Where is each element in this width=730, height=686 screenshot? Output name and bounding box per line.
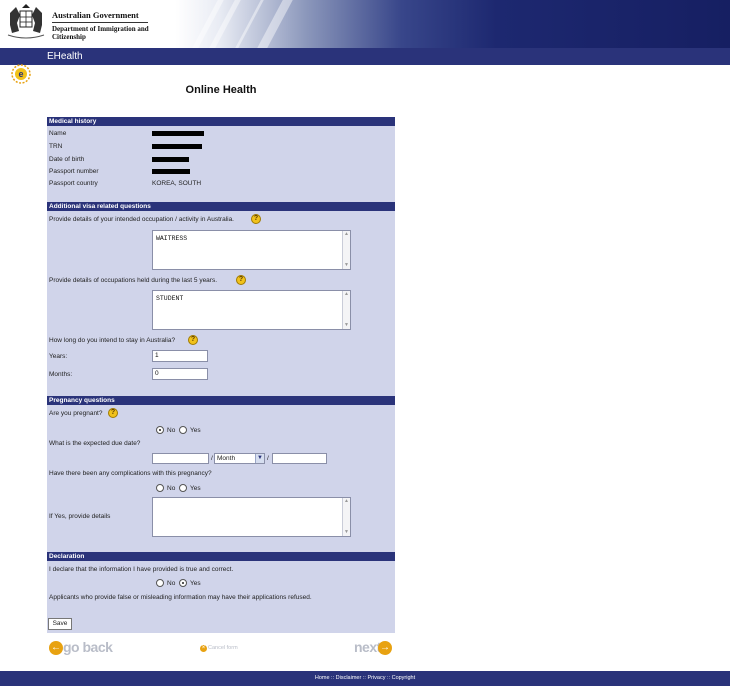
complications-yes-label: Yes	[190, 485, 201, 492]
stay-question: How long do you intend to stay in Austra…	[49, 337, 176, 344]
banner-streak	[257, 0, 293, 48]
banner-streak	[235, 0, 264, 48]
ehealth-logo-icon: e	[11, 64, 31, 84]
years-input[interactable]: 1	[152, 350, 208, 362]
declaration-statement: I declare that the information I have pr…	[49, 566, 234, 573]
due-day-input[interactable]	[152, 453, 209, 464]
months-input[interactable]: 0	[152, 368, 208, 380]
help-icon[interactable]: ?	[236, 275, 246, 285]
due-month-select[interactable]: Month ▼	[214, 453, 265, 464]
footer-copyright-link[interactable]: Copyright	[392, 675, 416, 681]
app-name: EHealth	[47, 51, 83, 62]
arrow-left-icon[interactable]: ←	[49, 641, 63, 655]
declaration-yes-label: Yes	[190, 580, 201, 587]
scroll-up-icon[interactable]: ▲	[344, 499, 349, 504]
complications-question: Have there been any complications with t…	[49, 470, 212, 477]
go-back-link[interactable]: go back	[63, 639, 113, 655]
passport-number-redacted	[152, 169, 190, 174]
footer-separator: ::	[387, 675, 391, 681]
trn-label: TRN	[49, 143, 63, 150]
save-button[interactable]: Save	[48, 618, 72, 630]
section-medical-history: Medical history	[47, 117, 395, 126]
past-occupations-textarea[interactable]: STUDENT ▲ ▼	[152, 290, 351, 330]
section-declaration: Declaration	[47, 552, 395, 561]
footer-privacy-link[interactable]: Privacy	[367, 675, 385, 681]
declaration-no-label: No	[167, 580, 176, 587]
name-value-redacted	[152, 131, 204, 136]
passport-country-value: KOREA, SOUTH	[152, 180, 202, 187]
footer-separator: ::	[331, 675, 335, 681]
due-year-input[interactable]	[272, 453, 327, 464]
help-icon[interactable]: ?	[251, 214, 261, 224]
declaration-warning: Applicants who provide false or misleadi…	[49, 594, 312, 601]
occupation-value: WAITRESS	[156, 235, 188, 242]
due-date-question: What is the expected due date?	[49, 440, 141, 447]
date-separator: /	[211, 455, 213, 462]
passport-country-label: Passport country	[49, 180, 98, 187]
footer-separator: ::	[362, 675, 366, 681]
pregnant-yes-label: Yes	[190, 427, 201, 434]
complications-no-radio[interactable]	[156, 484, 164, 492]
next-link[interactable]: next	[354, 639, 381, 655]
footer-disclaimer-link[interactable]: Disclaimer	[336, 675, 362, 681]
trn-value-redacted	[152, 144, 202, 149]
dob-value-redacted	[152, 157, 189, 162]
textarea-scrollbar[interactable]: ▲ ▼	[342, 291, 350, 329]
complications-yes-radio[interactable]	[179, 484, 187, 492]
past-occupations-value: STUDENT	[156, 295, 184, 302]
passport-number-label: Passport number	[49, 168, 99, 175]
chevron-down-icon[interactable]: ▼	[255, 454, 264, 463]
dob-label: Date of birth	[49, 156, 85, 163]
coat-of-arms-icon	[7, 4, 45, 39]
help-icon[interactable]: ?	[188, 335, 198, 345]
scroll-down-icon[interactable]: ▼	[344, 263, 349, 268]
pregnant-no-radio[interactable]	[156, 426, 164, 434]
month-select-value: Month	[217, 455, 236, 462]
pregnant-question: Are you pregnant?	[49, 410, 103, 417]
months-label: Months:	[49, 371, 73, 378]
occupation-textarea[interactable]: WAITRESS ▲ ▼	[152, 230, 351, 270]
arrow-right-icon[interactable]: →	[378, 641, 392, 655]
app-bar	[0, 48, 730, 65]
scroll-down-icon[interactable]: ▼	[344, 530, 349, 535]
years-label: Years:	[49, 353, 68, 360]
section-visa-questions: Additional visa related questions	[47, 202, 395, 211]
department-name: Department of Immigration and Citizenshi…	[52, 25, 149, 41]
pregnant-yes-radio[interactable]	[179, 426, 187, 434]
name-label: Name	[49, 130, 67, 137]
svg-text:e: e	[18, 69, 23, 79]
date-separator: /	[267, 455, 269, 462]
page-title: Online Health	[185, 84, 257, 96]
footer-bar: Home :: Disclaimer :: Privacy :: Copyrig…	[0, 671, 730, 686]
footer-home-link[interactable]: Home	[315, 675, 330, 681]
complications-no-label: No	[167, 485, 176, 492]
occupation-question: Provide details of your intended occupat…	[49, 216, 234, 223]
section-pregnancy: Pregnancy questions	[47, 396, 395, 405]
complication-details-textarea[interactable]: ▲ ▼	[152, 497, 351, 537]
textarea-scrollbar[interactable]: ▲ ▼	[342, 231, 350, 269]
help-icon[interactable]: ?	[108, 408, 118, 418]
cancel-form-link[interactable]: Cancel form	[208, 645, 238, 651]
title-divider	[52, 22, 148, 23]
past-occupations-question: Provide details of occupations held duri…	[49, 277, 218, 284]
pregnant-no-label: No	[167, 427, 176, 434]
declaration-yes-radio[interactable]	[179, 579, 187, 587]
scroll-up-icon[interactable]: ▲	[344, 292, 349, 297]
government-title: Australian Government	[52, 10, 139, 20]
scroll-up-icon[interactable]: ▲	[344, 232, 349, 237]
textarea-scrollbar[interactable]: ▲ ▼	[342, 498, 350, 536]
scroll-down-icon[interactable]: ▼	[344, 323, 349, 328]
cancel-icon[interactable]: ×	[200, 645, 207, 652]
details-label: If Yes, provide details	[49, 513, 111, 520]
declaration-no-radio[interactable]	[156, 579, 164, 587]
